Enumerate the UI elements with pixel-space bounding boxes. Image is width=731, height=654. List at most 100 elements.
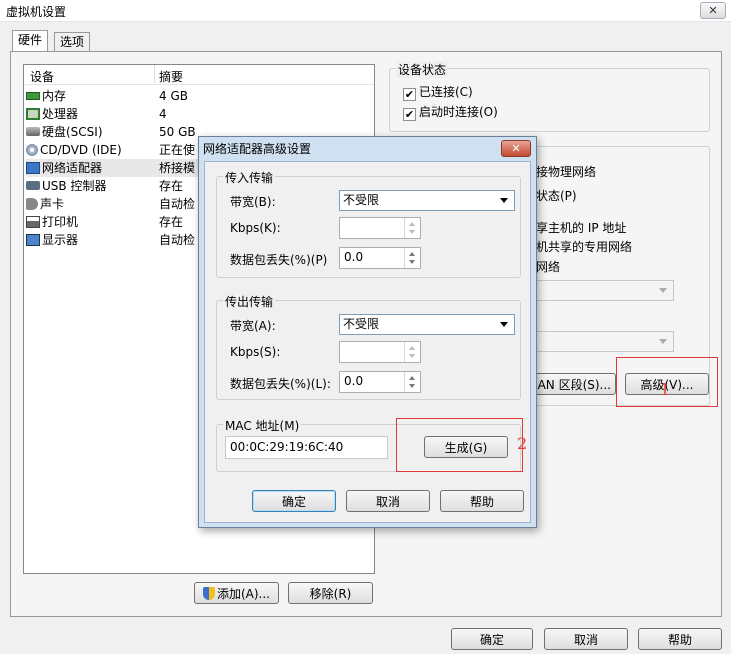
outgoing-kbps-label: Kbps(S): [230, 345, 281, 359]
window-close-button[interactable]: ✕ [700, 2, 726, 19]
processor-icon [26, 108, 40, 120]
device-status-group: 设备状态 ✔ 已连接(C) ✔ 启动时连接(O) [389, 61, 710, 132]
annotation-number-2: 2 [517, 434, 528, 453]
spin-up-icon[interactable] [409, 376, 415, 380]
device-status-title: 设备状态 [396, 61, 449, 78]
device-summary: 4 [159, 107, 167, 121]
spin-up-icon[interactable] [409, 252, 415, 256]
device-name: 网络适配器 [42, 161, 103, 175]
column-header-device[interactable]: 设备 [30, 68, 54, 85]
outgoing-kbps-stepper[interactable] [339, 341, 421, 363]
check-icon: ✔ [403, 88, 416, 101]
custom-network-dropdown[interactable] [530, 280, 674, 301]
incoming-loss-label: 数据包丢失(%)(P) [230, 253, 328, 267]
nat-option-label[interactable]: 享主机的 IP 地址 [536, 219, 626, 236]
connected-checkbox[interactable]: ✔ 已连接(C) [403, 83, 473, 101]
outgoing-bandwidth-value: 不受限 [343, 317, 380, 331]
incoming-bandwidth-value: 不受限 [343, 193, 380, 207]
outgoing-loss-label: 数据包丢失(%)(L): [230, 377, 331, 391]
tab-options[interactable]: 选项 [54, 32, 91, 52]
device-name: 内存 [42, 89, 67, 103]
incoming-title: 传入传输 [223, 169, 276, 186]
title-bar: 虚拟机设置 ✕ [0, 0, 731, 22]
outgoing-bandwidth-label: 带宽(A): [230, 319, 276, 333]
help-button[interactable]: 帮助 [638, 628, 722, 650]
cancel-button[interactable]: 取消 [544, 628, 628, 650]
add-device-button[interactable]: 添加(A)... [194, 582, 279, 604]
device-summary: 自动检 [159, 233, 196, 247]
connect-at-power-on-label: 启动时连接(O) [419, 105, 498, 119]
check-icon: ✔ [403, 108, 416, 121]
chevron-down-icon [500, 198, 508, 203]
device-name: CD/DVD (IDE) [40, 143, 122, 157]
dialog-title: 网络适配器高级设置 [203, 142, 312, 156]
cd-dvd-icon [26, 144, 38, 156]
connected-label: 已连接(C) [419, 85, 473, 99]
spin-up-icon[interactable] [409, 346, 415, 350]
dialog-close-button[interactable]: ✕ [501, 140, 531, 157]
connect-at-power-on-checkbox[interactable]: ✔ 启动时连接(O) [403, 103, 498, 121]
chevron-down-icon [500, 322, 508, 327]
spin-down-icon[interactable] [409, 354, 415, 358]
column-header-summary[interactable]: 摘要 [159, 68, 183, 85]
hard-disk-icon [26, 127, 40, 136]
dialog-cancel-button[interactable]: 取消 [346, 490, 430, 512]
spin-down-icon[interactable] [409, 260, 415, 264]
chevron-down-icon [659, 288, 667, 293]
incoming-transfer-group: 传入传输 带宽(B): 不受限 Kbps(K): 数据包丢失(%)(P) 0.0 [216, 169, 521, 278]
incoming-loss-value: 0.0 [344, 250, 364, 264]
incoming-kbps-label: Kbps(K): [230, 221, 281, 235]
sound-card-icon [26, 198, 38, 210]
lan-option-label[interactable]: 网络 [536, 258, 560, 275]
lan-segments-button[interactable]: AN 区段(S)... [530, 373, 616, 395]
host-only-option-label[interactable]: 机共享的专用网络 [536, 238, 632, 255]
incoming-kbps-stepper[interactable] [339, 217, 421, 239]
device-name: 显示器 [42, 233, 79, 247]
mac-title: MAC 地址(M) [223, 417, 302, 434]
device-summary: 桥接模 [159, 161, 196, 175]
dialog-ok-button[interactable]: 确定 [252, 490, 336, 512]
outgoing-title: 传出传输 [223, 293, 276, 310]
spin-up-icon[interactable] [409, 222, 415, 226]
outgoing-loss-value: 0.0 [344, 374, 364, 388]
device-name: 打印机 [42, 215, 79, 229]
device-name: 声卡 [40, 197, 65, 211]
shield-icon [202, 587, 215, 600]
usb-icon [26, 181, 40, 190]
outgoing-loss-stepper[interactable]: 0.0 [339, 371, 421, 393]
device-summary: 4 GB [159, 89, 188, 103]
device-row-1[interactable]: 处理器 4 [26, 105, 372, 123]
incoming-loss-stepper[interactable]: 0.0 [339, 247, 421, 269]
annotation-number-1: 1 [660, 380, 671, 399]
mac-address-field[interactable]: 00:0C:29:19:6C:40 [225, 436, 388, 459]
incoming-bandwidth-dropdown[interactable]: 不受限 [339, 190, 515, 211]
window-title: 虚拟机设置 [6, 5, 67, 19]
memory-icon [26, 92, 40, 100]
network-adapter-icon [26, 162, 40, 174]
device-summary: 50 GB [159, 125, 196, 139]
device-name: USB 控制器 [42, 179, 107, 193]
device-summary: 正在使 [159, 143, 196, 157]
outgoing-bandwidth-dropdown[interactable]: 不受限 [339, 314, 515, 335]
dialog-help-button[interactable]: 帮助 [440, 490, 524, 512]
header-divider [24, 84, 374, 85]
printer-icon [26, 216, 40, 228]
annotation-box-2 [396, 418, 523, 472]
column-divider [154, 65, 155, 83]
spin-down-icon[interactable] [409, 384, 415, 388]
spin-down-icon[interactable] [409, 230, 415, 234]
chevron-down-icon [659, 339, 667, 344]
replicate-state-label[interactable]: 状态(P) [536, 187, 577, 204]
device-row-0[interactable]: 内存 4 GB [26, 87, 372, 105]
add-button-label: 添加(A)... [216, 587, 271, 601]
incoming-bandwidth-label: 带宽(B): [230, 195, 276, 209]
bridged-option-label[interactable]: 接物理网络 [536, 163, 596, 180]
display-icon [26, 234, 40, 246]
device-summary: 存在 [159, 215, 184, 229]
device-name: 处理器 [42, 107, 79, 121]
lan-segment-dropdown[interactable] [530, 331, 674, 352]
ok-button[interactable]: 确定 [451, 628, 533, 650]
outgoing-transfer-group: 传出传输 带宽(A): 不受限 Kbps(S): 数据包丢失(%)(L): 0.… [216, 293, 521, 400]
remove-device-button[interactable]: 移除(R) [288, 582, 373, 604]
tab-hardware[interactable]: 硬件 [12, 30, 49, 52]
